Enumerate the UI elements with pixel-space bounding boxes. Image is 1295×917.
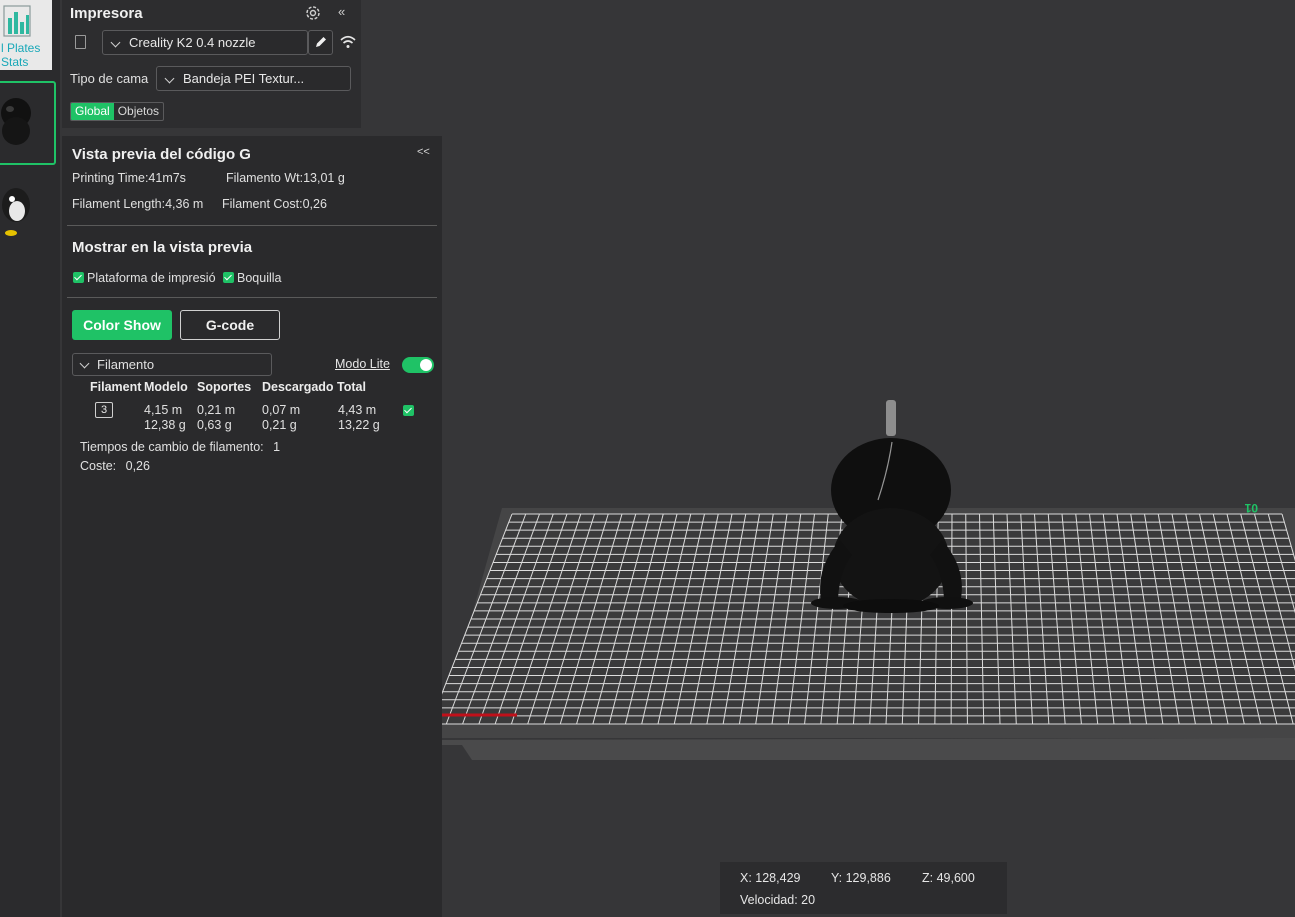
cost-value: 0,26 bbox=[125, 459, 150, 473]
divider bbox=[67, 225, 437, 226]
chevron-down-icon bbox=[110, 37, 121, 48]
coord-y: Y: 129,886 bbox=[831, 871, 891, 885]
gcode-preview-panel: Vista previa del código G << Printing Ti… bbox=[62, 136, 442, 917]
modo-lite-toggle[interactable] bbox=[402, 357, 434, 373]
col-header-soportes: Soportes bbox=[197, 380, 252, 394]
collapse-printer-panel-button[interactable]: « bbox=[338, 4, 345, 19]
collapse-gcode-panel-button[interactable]: << bbox=[417, 146, 430, 158]
printer-select[interactable]: Creality K2 0.4 nozzle bbox=[102, 30, 308, 55]
cost-row: Coste: 0,26 bbox=[80, 459, 150, 473]
nozzle-model bbox=[886, 400, 896, 436]
settings-scope-tabs: Global Objetos bbox=[70, 102, 165, 121]
soportes-weight: 0,63 g bbox=[197, 418, 232, 432]
descargado-weight: 0,21 g bbox=[262, 418, 297, 432]
penguin-model-thumbnail-icon bbox=[1, 98, 31, 145]
stats-label: l Plates Stats bbox=[1, 41, 41, 69]
filament-changes-label: Tiempos de cambio de filamento: bbox=[80, 440, 264, 454]
tab-objetos[interactable]: Objetos bbox=[114, 103, 163, 120]
cost-label: Coste: bbox=[80, 459, 117, 473]
filament-visible-checkbox[interactable] bbox=[403, 405, 414, 416]
color-show-button[interactable]: Color Show bbox=[72, 310, 172, 340]
filament-changes-value: 1 bbox=[273, 440, 281, 454]
chevron-down-icon bbox=[79, 358, 90, 369]
show-nozzle-label: Boquilla bbox=[237, 271, 282, 285]
tab-global[interactable]: Global bbox=[71, 103, 114, 120]
filament-changes: Tiempos de cambio de filamento: 1 bbox=[80, 440, 280, 454]
printer-panel: Impresora « Creality K2 0.4 nozzle Tipo … bbox=[62, 0, 361, 128]
pencil-icon bbox=[316, 37, 326, 47]
filament-weight: Filamento Wt:13,01 g bbox=[226, 171, 345, 185]
descargado-length: 0,07 m bbox=[262, 403, 301, 417]
printer-panel-title: Impresora bbox=[70, 5, 143, 22]
col-header-modelo: Modelo bbox=[144, 380, 188, 394]
build-plate-scene: 01 bbox=[364, 400, 1295, 760]
gear-icon[interactable] bbox=[304, 4, 322, 22]
show-nozzle-checkbox[interactable] bbox=[223, 272, 234, 283]
view-type-value: Filamento bbox=[97, 357, 155, 372]
penguin-color-thumbnail-icon bbox=[2, 188, 30, 236]
coordinate-readout: X: 128,429 Y: 129,886 Z: 49,600 Velocida… bbox=[720, 862, 1007, 914]
modelo-length: 4,15 m bbox=[144, 403, 183, 417]
wifi-icon[interactable] bbox=[339, 34, 357, 50]
sd-card-icon bbox=[75, 35, 86, 49]
printing-time: Printing Time:41m7s bbox=[72, 171, 186, 185]
plate-thumbnail-1[interactable] bbox=[0, 81, 56, 165]
filament-length: Filament Length:4,36 m bbox=[72, 197, 204, 211]
modelo-weight: 12,38 g bbox=[144, 418, 186, 432]
stats-chart-icon bbox=[3, 5, 31, 37]
filament-cost: Filament Cost:0,26 bbox=[222, 197, 327, 211]
show-in-preview-title: Mostrar en la vista previa bbox=[72, 239, 253, 256]
all-plates-stats-button[interactable]: l Plates Stats bbox=[0, 0, 52, 70]
soportes-length: 0,21 m bbox=[197, 403, 236, 417]
plate-number: 01 bbox=[1244, 501, 1258, 515]
divider bbox=[67, 297, 437, 298]
chevron-down-icon bbox=[164, 73, 175, 84]
bed-type-select[interactable]: Bandeja PEI Textur... bbox=[156, 66, 351, 91]
col-header-total: Total bbox=[337, 380, 366, 394]
gcode-button[interactable]: G-code bbox=[180, 310, 280, 340]
modo-lite-label[interactable]: Modo Lite bbox=[335, 357, 390, 371]
3d-viewport[interactable]: 01 bbox=[364, 0, 1295, 917]
plate-thumbnail-2[interactable] bbox=[0, 175, 56, 259]
bed-type-value: Bandeja PEI Textur... bbox=[183, 71, 305, 86]
col-header-filament: Filament bbox=[90, 380, 142, 394]
printer-select-value: Creality K2 0.4 nozzle bbox=[129, 35, 256, 50]
coord-z: Z: 49,600 bbox=[922, 871, 975, 885]
total-length: 4,43 m bbox=[338, 403, 377, 417]
total-weight: 13,22 g bbox=[338, 418, 380, 432]
show-bed-label: Plataforma de impresió bbox=[87, 271, 216, 285]
col-header-descargado: Descargado bbox=[262, 380, 334, 394]
plate-thumbnail-column: l Plates Stats bbox=[0, 0, 60, 917]
filament-slot-badge: 3 bbox=[95, 402, 113, 418]
speed-readout: Velocidad: 20 bbox=[740, 893, 816, 907]
show-bed-checkbox[interactable] bbox=[73, 272, 84, 283]
coord-x: X: 128,429 bbox=[740, 871, 801, 885]
plate-edge bbox=[364, 738, 1295, 760]
view-type-select[interactable]: Filamento bbox=[72, 353, 272, 376]
gcode-preview-title: Vista previa del código G bbox=[72, 146, 251, 163]
edit-printer-button[interactable] bbox=[308, 30, 333, 55]
bed-type-label: Tipo de cama bbox=[70, 71, 149, 86]
